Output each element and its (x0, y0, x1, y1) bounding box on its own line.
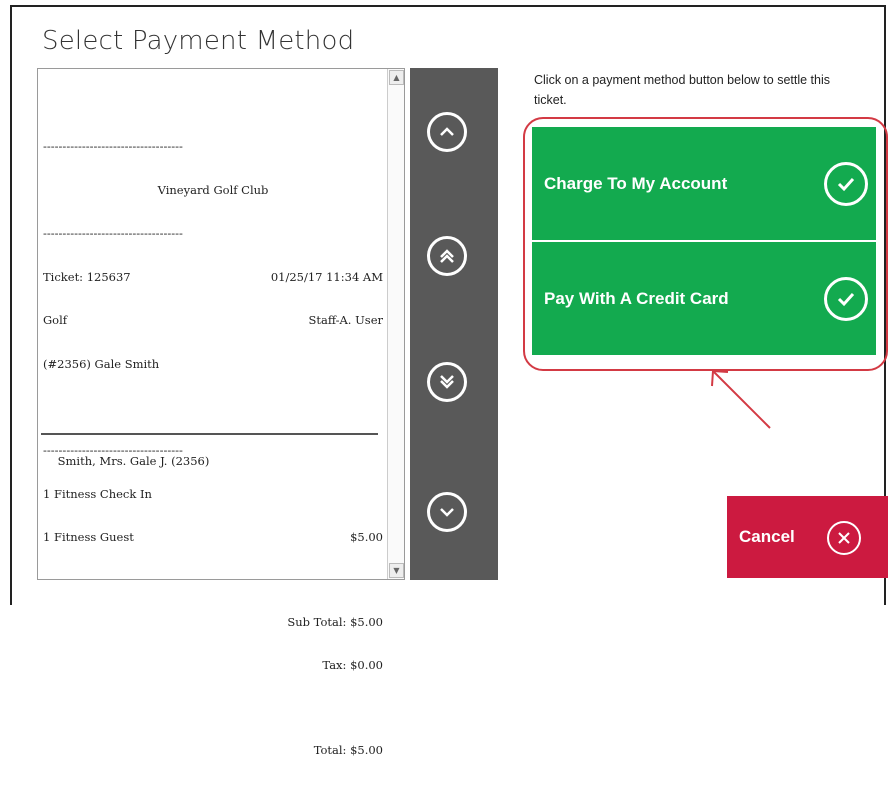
member-row: (#2356) Gale Smith (43, 357, 383, 372)
instruction-text: Click on a payment method button below t… (534, 73, 830, 107)
department-row: Golf Staff-A. User (43, 313, 383, 328)
pay-with-credit-card-label: Pay With A Credit Card (544, 288, 729, 308)
cancel-button[interactable]: Cancel (727, 496, 888, 578)
chevron-up-icon[interactable] (427, 112, 467, 152)
chevron-down-icon[interactable] (427, 492, 467, 532)
subtotal-row: Sub Total: $5.00 (43, 615, 383, 630)
receipt-nav-bar (410, 68, 498, 580)
receipt-divider: ------------------------------------ (43, 226, 183, 240)
staff-name: Staff-A. User (308, 313, 383, 327)
cancel-label: Cancel (739, 527, 795, 546)
receipt-divider: ------------------------------------ (43, 139, 183, 153)
line-item-name: 1 Fitness Check In (43, 486, 152, 501)
double-chevron-up-icon[interactable] (427, 236, 467, 276)
receipt-panel: ------------------------------------ Vin… (37, 68, 405, 757)
scroll-up-arrow-icon[interactable]: ▲ (389, 70, 404, 85)
close-circle-icon (827, 521, 861, 555)
total: Total: $5.00 (313, 742, 383, 757)
club-name: Vineyard Golf Club (157, 182, 269, 197)
receipt-scrollbar[interactable]: ▲ ▼ (387, 69, 404, 579)
signature-line (41, 433, 378, 435)
line-item-price: $5.00 (350, 530, 383, 544)
double-chevron-down-icon[interactable] (427, 362, 467, 402)
scroll-down-arrow-icon[interactable]: ▼ (389, 563, 404, 578)
ticket-datetime: 01/25/17 11:34 AM (270, 269, 383, 284)
receipt-text: ------------------------------------ Vin… (43, 75, 383, 786)
check-circle-icon (824, 276, 868, 321)
ticket-row: Ticket: 125637 01/25/17 11:34 AM (43, 270, 383, 285)
charge-to-account-label: Charge To My Account (544, 173, 728, 193)
ticket-number: Ticket: 125637 (43, 269, 131, 284)
line-item: 1 Fitness Guest $5.00 (43, 530, 383, 545)
dialog-title: Select Payment Method (42, 26, 355, 56)
pointer-arrow-icon (711, 369, 771, 429)
charge-to-account-button[interactable]: Charge To My Account (532, 127, 876, 240)
signature-text: Smith, Mrs. Gale J. (2356) (43, 439, 383, 483)
tax-row: Tax: $0.00 (43, 658, 383, 673)
total-row: Total: $5.00 (43, 743, 383, 758)
line-item: 1 Fitness Check In (43, 487, 383, 502)
signature-name: Smith, Mrs. Gale J. (2356) (57, 453, 210, 468)
subtotal: Sub Total: $5.00 (287, 614, 383, 629)
tax: Tax: $0.00 (322, 658, 383, 672)
pay-with-credit-card-button[interactable]: Pay With A Credit Card (532, 242, 876, 355)
member-name: (#2356) Gale Smith (43, 356, 160, 371)
department: Golf (43, 313, 68, 327)
check-circle-icon (824, 161, 868, 206)
line-item-name: 1 Fitness Guest (43, 530, 134, 544)
